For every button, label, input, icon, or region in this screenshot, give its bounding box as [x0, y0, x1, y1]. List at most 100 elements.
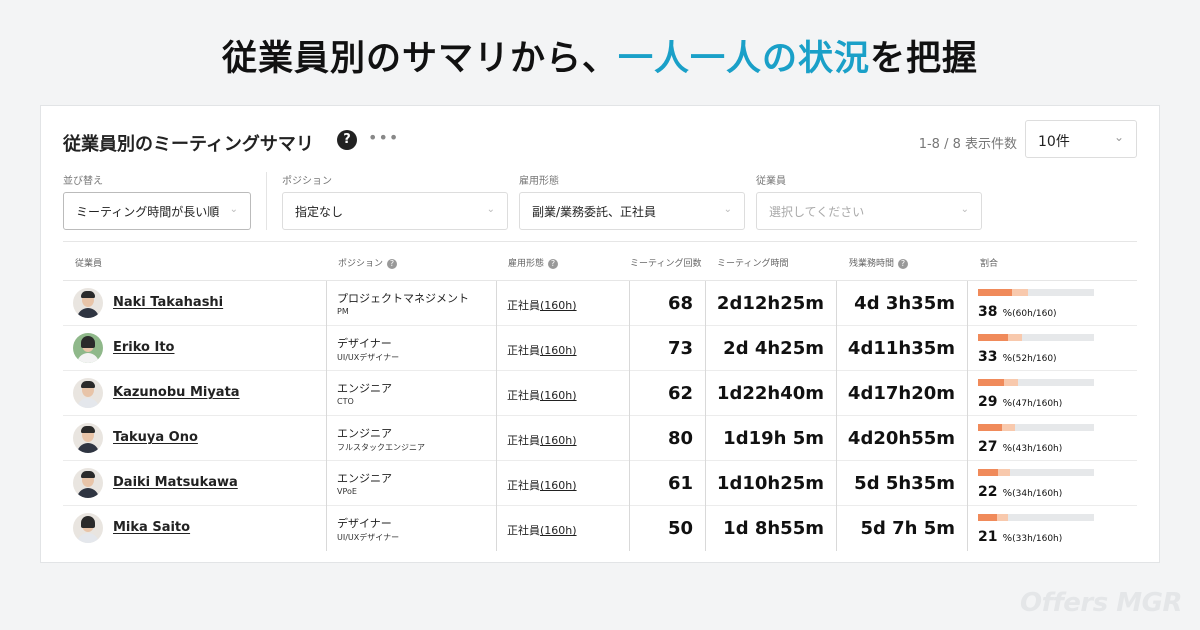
cell-position: エンジニア フルスタックエンジニア — [326, 416, 496, 461]
avatar — [73, 423, 103, 453]
cell-employment: 正社員(160h) — [496, 281, 629, 326]
employee-name-link[interactable]: Daiki Matsukawa — [113, 475, 238, 490]
table-header: 従業員 ポジション? 雇用形態? ミーティング回数 ミーティング時間 残業務時間… — [63, 241, 1137, 281]
cell-overtime: 4d 3h35m — [836, 281, 967, 326]
summary-card: 従業員別のミーティングサマリ ? ••• 1-8 / 8 表示件数 10件 ⌄ … — [40, 105, 1160, 563]
question-circle-icon[interactable]: ? — [898, 259, 909, 269]
employee-name-link[interactable]: Eriko Ito — [113, 340, 174, 355]
cell-ratio: 21 %(33h/160h) — [967, 506, 1137, 551]
ratio-bar-secondary — [1012, 289, 1028, 296]
cell-employment: 正社員(160h) — [496, 371, 629, 416]
employee-name-link[interactable]: Takuya Ono — [113, 430, 198, 445]
th-meeting-count[interactable]: ミーティング回数 — [630, 256, 701, 269]
position-main: エンジニア — [337, 427, 392, 440]
meeting-time: 1d19h 5m — [723, 428, 824, 449]
employment-hours-link[interactable]: (160h) — [540, 389, 577, 402]
filter-label: ポジション — [282, 176, 332, 187]
cell-position: プロジェクトマネジメント PM — [326, 281, 496, 326]
employment-label: 正社員 — [507, 299, 540, 312]
employment-hours-link[interactable]: (160h) — [540, 479, 577, 492]
employee-select[interactable]: 選択してください ⌄ — [756, 192, 982, 230]
select-value: ミーティング時間が長い順 — [76, 205, 220, 219]
th-employment[interactable]: 雇用形態? — [508, 256, 559, 269]
table-row[interactable]: Kazunobu Miyata エンジニア CTO 正社員(160h) 62 1… — [63, 371, 1137, 416]
position-sub: フルスタックエンジニア — [337, 443, 425, 452]
ratio-text: 22 %(34h/160h) — [978, 484, 1062, 500]
employment-hours-link[interactable]: (160h) — [540, 524, 577, 537]
ratio-value: 33 — [978, 349, 998, 365]
employee-name-link[interactable]: Mika Saito — [113, 520, 190, 535]
ratio-bar-primary — [978, 289, 1012, 296]
ratio-text: 38 %(60h/160) — [978, 304, 1057, 320]
table-row[interactable]: Naki Takahashi プロジェクトマネジメント PM 正社員(160h)… — [63, 281, 1137, 326]
employment-hours-link[interactable]: (160h) — [540, 434, 577, 447]
ratio-bar-secondary — [1008, 334, 1022, 341]
meeting-time: 2d12h25m — [716, 293, 824, 314]
cell-employment: 正社員(160h) — [496, 326, 629, 371]
th-overtime[interactable]: 残業務時間? — [849, 256, 909, 269]
headline: 従業員別のサマリから、一人一人の状況を把握 — [0, 30, 1200, 81]
employee-name-link[interactable]: Kazunobu Miyata — [113, 385, 240, 400]
employment-hours-link[interactable]: (160h) — [540, 299, 577, 312]
more-horizontal-icon[interactable]: ••• — [368, 128, 399, 147]
cell-employee: Mika Saito — [63, 506, 326, 551]
sort-select[interactable]: ミーティング時間が長い順 ⌄ — [63, 192, 251, 230]
percent-sign: % — [999, 533, 1013, 544]
overtime-time: 4d20h55m — [847, 428, 955, 449]
cell-ratio: 33 %(52h/160) — [967, 326, 1137, 371]
ratio-bar-primary — [978, 334, 1008, 341]
th-employee[interactable]: 従業員 — [75, 256, 102, 269]
filter-employee: 従業員 選択してください ⌄ — [756, 172, 982, 230]
select-value: 副業/業務委託、正社員 — [532, 205, 657, 219]
cell-meeting-count: 68 — [629, 281, 705, 326]
question-circle-icon[interactable]: ? — [548, 259, 559, 269]
filters-bar: 並び替え ミーティング時間が長い順 ⌄ ポジション 指定なし ⌄ 雇用形態 副業… — [63, 172, 1137, 232]
percent-sign: % — [999, 488, 1013, 499]
table-row[interactable]: Takuya Ono エンジニア フルスタックエンジニア 正社員(160h) 8… — [63, 416, 1137, 461]
ratio-detail: (43h/160h) — [1012, 444, 1063, 454]
table-body: Naki Takahashi プロジェクトマネジメント PM 正社員(160h)… — [63, 281, 1137, 551]
employment-type: 正社員(160h) — [507, 387, 577, 403]
percent-sign: % — [999, 443, 1013, 454]
meeting-time: 1d22h40m — [716, 383, 824, 404]
ratio-detail: (34h/160h) — [1012, 489, 1063, 499]
meeting-count: 80 — [667, 428, 693, 449]
ratio-bar — [978, 334, 1094, 341]
ratio-bar — [978, 424, 1094, 431]
employment-hours-link[interactable]: (160h) — [540, 344, 577, 357]
question-circle-icon[interactable]: ? — [337, 130, 357, 150]
cell-ratio: 38 %(60h/160) — [967, 281, 1137, 326]
ratio-bar-primary — [978, 469, 998, 476]
chevron-down-icon: ⌄ — [723, 204, 732, 215]
position-select[interactable]: 指定なし ⌄ — [282, 192, 508, 230]
per-page-select[interactable]: 10件 ⌄ — [1025, 120, 1137, 158]
ratio-bar-primary — [978, 379, 1004, 386]
employment-select[interactable]: 副業/業務委託、正社員 ⌄ — [519, 192, 745, 230]
cell-ratio: 27 %(43h/160h) — [967, 416, 1137, 461]
cell-meeting-time: 1d10h25m — [705, 461, 836, 506]
cell-overtime: 5d 5h35m — [836, 461, 967, 506]
table-row[interactable]: Daiki Matsukawa エンジニア VPoE 正社員(160h) 61 … — [63, 461, 1137, 506]
meeting-time: 2d 4h25m — [723, 338, 824, 359]
th-ratio[interactable]: 割合 — [980, 256, 998, 269]
cell-meeting-count: 61 — [629, 461, 705, 506]
meeting-count: 50 — [667, 518, 693, 539]
th-meeting-time[interactable]: ミーティング時間 — [717, 256, 788, 269]
cell-ratio: 22 %(34h/160h) — [967, 461, 1137, 506]
card-title: 従業員別のミーティングサマリ — [63, 134, 314, 155]
filter-sort: 並び替え ミーティング時間が長い順 ⌄ — [63, 172, 251, 230]
table-row[interactable]: Eriko Ito デザイナー UI/UXデザイナー 正社員(160h) 73 … — [63, 326, 1137, 371]
table-row[interactable]: Mika Saito デザイナー UI/UXデザイナー 正社員(160h) 50… — [63, 506, 1137, 551]
ratio-bar — [978, 379, 1094, 386]
meeting-time: 1d 8h55m — [723, 518, 824, 539]
ratio-bar — [978, 469, 1094, 476]
employment-label: 正社員 — [507, 524, 540, 537]
th-position[interactable]: ポジション? — [338, 256, 398, 269]
cell-employee: Kazunobu Miyata — [63, 371, 326, 416]
percent-sign: % — [999, 353, 1013, 364]
overtime-time: 4d 3h35m — [854, 293, 955, 314]
employee-name-link[interactable]: Naki Takahashi — [113, 295, 223, 310]
cell-employee: Eriko Ito — [63, 326, 326, 371]
question-circle-icon[interactable]: ? — [387, 259, 398, 269]
overtime-time: 5d 7h 5m — [860, 518, 955, 539]
